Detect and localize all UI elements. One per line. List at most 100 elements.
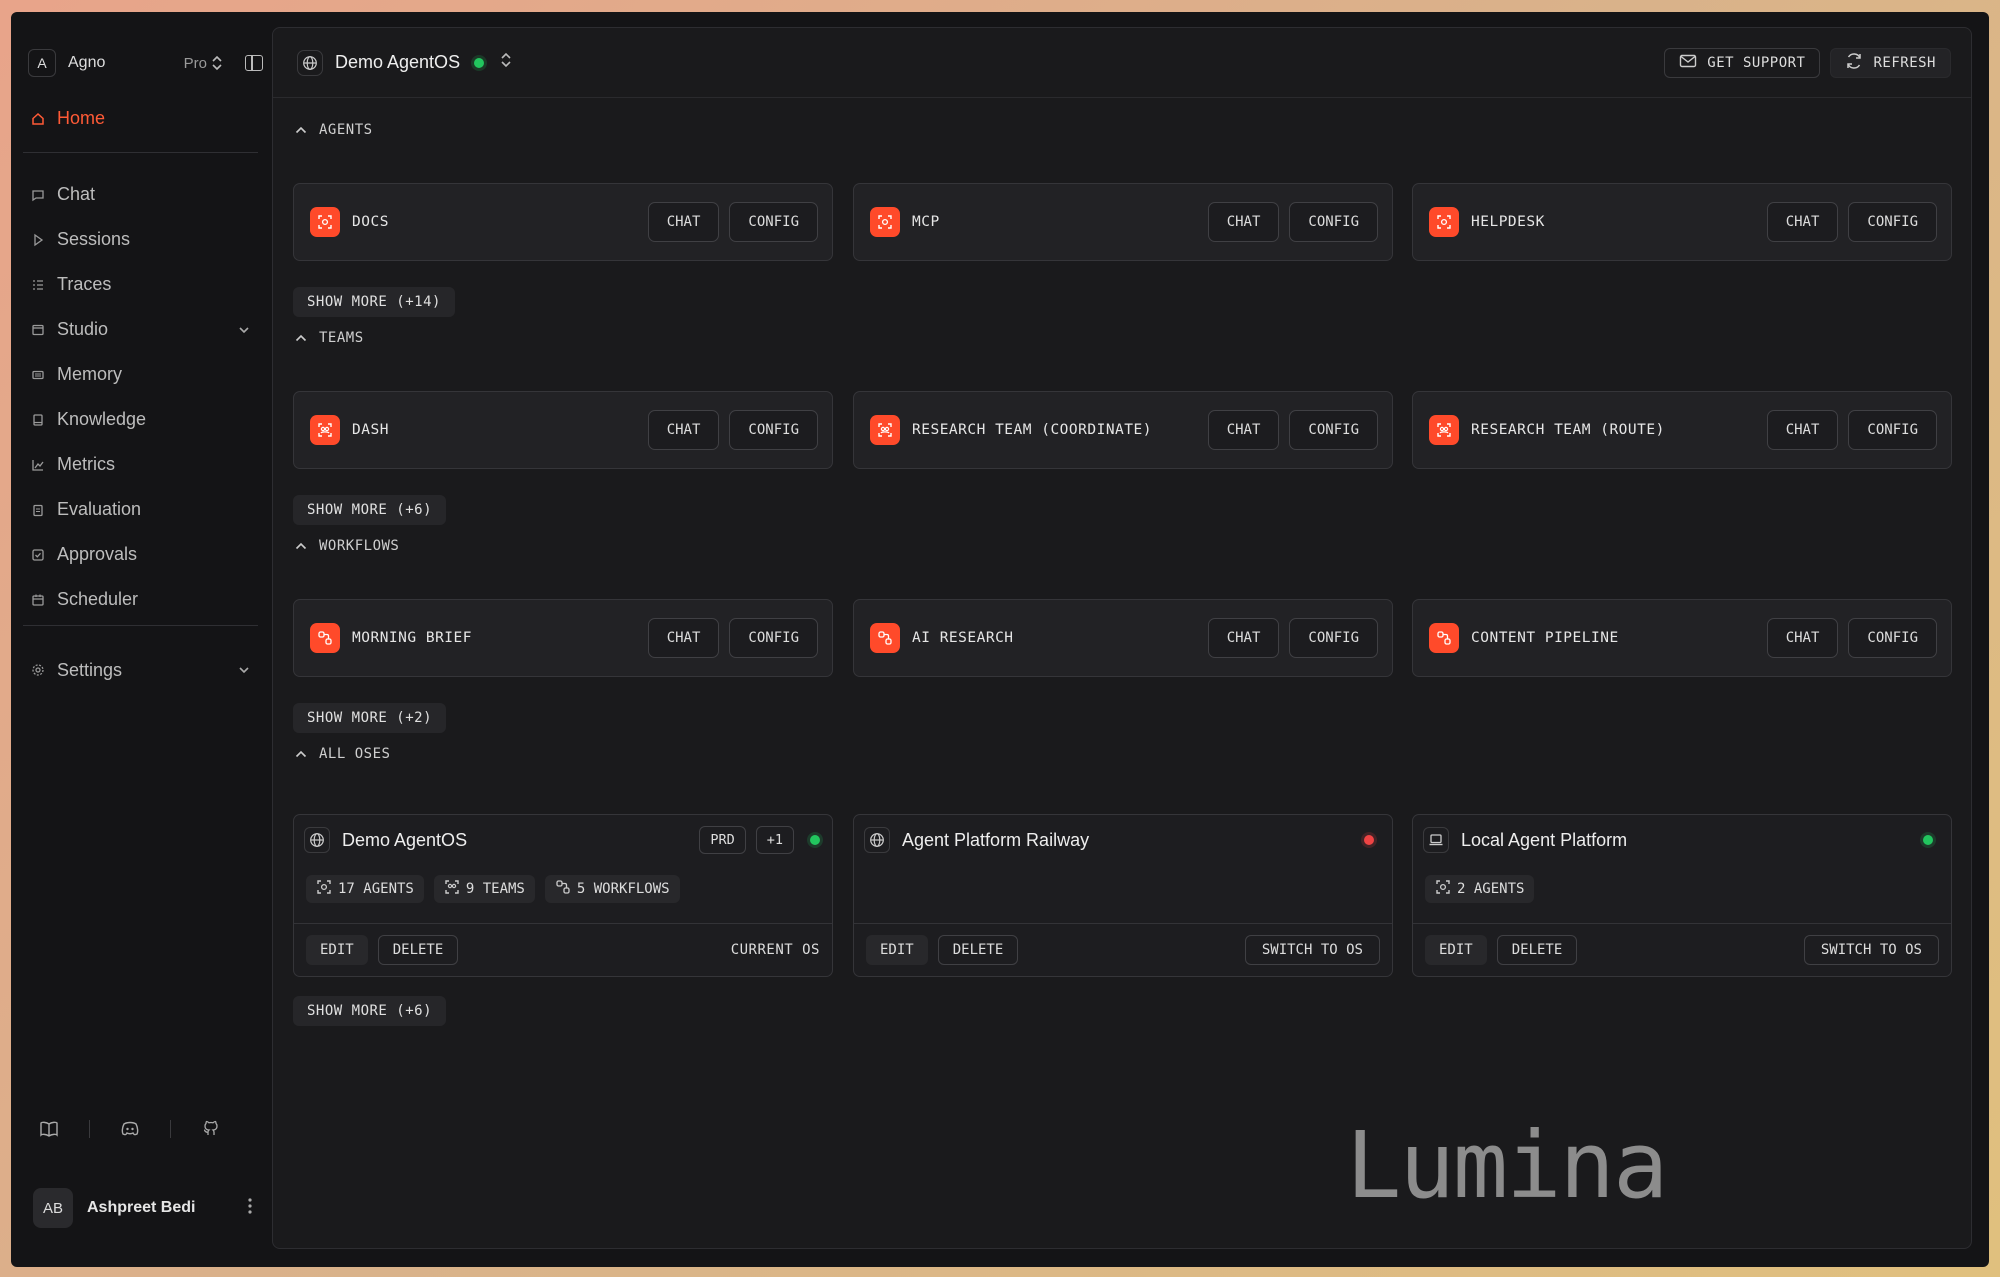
user-profile[interactable]: AB Ashpreet Bedi <box>33 1187 253 1229</box>
os-card-footer: EDIT DELETE SWITCH TO OS <box>854 923 1392 976</box>
workflow-card[interactable]: CONTENT PIPELINE CHAT CONFIG <box>1412 599 1952 677</box>
get-support-button[interactable]: GET SUPPORT <box>1664 47 1821 78</box>
docs-book-icon[interactable] <box>39 1120 59 1138</box>
main-panel: Demo AgentOS GET SUPPORT REFRESH AGENTS … <box>272 27 1972 1249</box>
show-more-workflows-button[interactable]: SHOW MORE (+2) <box>293 703 447 733</box>
config-button[interactable]: CONFIG <box>729 618 818 658</box>
gear-icon <box>31 663 45 677</box>
section-title: ALL OSES <box>319 746 391 762</box>
show-more-agents-button[interactable]: SHOW MORE (+14) <box>293 287 455 317</box>
sidebar-item-label: Metrics <box>57 454 115 474</box>
sidebar-item-knowledge[interactable]: Knowledge <box>31 397 251 442</box>
edit-button[interactable]: EDIT <box>866 935 928 965</box>
card-actions: CHAT CONFIG <box>1207 618 1378 658</box>
chevron-down-icon[interactable] <box>237 662 251 678</box>
config-button[interactable]: CONFIG <box>1289 202 1378 242</box>
status-dot <box>1364 835 1374 845</box>
chat-button[interactable]: CHAT <box>647 618 720 658</box>
os-selector[interactable]: Demo AgentOS <box>297 49 512 76</box>
calendar-icon <box>31 593 45 607</box>
chat-button[interactable]: CHAT <box>1766 202 1839 242</box>
chevron-up-icon <box>295 123 307 137</box>
env-tag: PRD <box>699 826 746 854</box>
sidebar-footer-links <box>39 1120 239 1138</box>
workflow-card[interactable]: MORNING BRIEF CHAT CONFIG <box>293 599 833 677</box>
window-icon <box>31 323 45 337</box>
team-card[interactable]: RESEARCH TEAM (COORDINATE) CHAT CONFIG <box>853 391 1393 469</box>
show-more-oses-button[interactable]: SHOW MORE (+6) <box>293 996 447 1026</box>
os-card: Agent Platform Railway EDIT DELETE SWITC… <box>853 814 1393 977</box>
switch-to-os-button[interactable]: SWITCH TO OS <box>1803 935 1939 965</box>
delete-button[interactable]: DELETE <box>937 935 1019 965</box>
edit-button[interactable]: EDIT <box>306 935 368 965</box>
delete-button[interactable]: DELETE <box>1496 935 1578 965</box>
sidebar-item-chat[interactable]: Chat <box>31 172 251 217</box>
refresh-button[interactable]: REFRESH <box>1830 47 1951 78</box>
sidebar-item-memory[interactable]: Memory <box>31 352 251 397</box>
avatar: AB <box>33 1188 73 1228</box>
sidebar-item-approvals[interactable]: Approvals <box>31 532 251 577</box>
os-card-header: Demo AgentOS PRD +1 <box>304 826 820 854</box>
card-actions: CHAT CONFIG <box>1766 410 1937 450</box>
workflow-card[interactable]: AI RESEARCH CHAT CONFIG <box>853 599 1393 677</box>
chat-button[interactable]: CHAT <box>1207 410 1280 450</box>
sidebar-item-label: Approvals <box>57 544 138 564</box>
section-toggle-workflows[interactable]: WORKFLOWS <box>295 538 399 554</box>
workflow-icon <box>310 623 340 653</box>
config-button[interactable]: CONFIG <box>1289 410 1378 450</box>
agent-card[interactable]: DOCS CHAT CONFIG <box>293 183 833 261</box>
sidebar-item-evaluation[interactable]: Evaluation <box>31 487 251 532</box>
switch-to-os-button[interactable]: SWITCH TO OS <box>1244 935 1380 965</box>
os-name: Local Agent Platform <box>1461 829 1628 850</box>
sidebar-item-settings[interactable]: Settings <box>31 648 251 692</box>
section-toggle-oses[interactable]: ALL OSES <box>295 746 390 762</box>
play-icon <box>31 233 45 247</box>
config-button[interactable]: CONFIG <box>729 410 818 450</box>
config-button[interactable]: CONFIG <box>1848 410 1937 450</box>
section-toggle-teams[interactable]: TEAMS <box>295 330 364 346</box>
workflows-count: 5 WORKFLOWS <box>544 875 680 903</box>
chevron-down-icon[interactable] <box>237 322 251 338</box>
more-tags-badge[interactable]: +1 <box>755 826 794 854</box>
sidebar-item-scheduler[interactable]: Scheduler <box>31 577 251 622</box>
sidebar-item-studio[interactable]: Studio <box>31 307 251 352</box>
chat-button[interactable]: CHAT <box>1207 618 1280 658</box>
section-toggle-agents[interactable]: AGENTS <box>295 122 373 138</box>
divider <box>89 1120 90 1138</box>
org-switcher[interactable]: A Agno Pro <box>28 47 263 79</box>
team-card[interactable]: RESEARCH TEAM (ROUTE) CHAT CONFIG <box>1412 391 1952 469</box>
sidebar-collapse-icon[interactable] <box>245 55 263 71</box>
divider <box>170 1120 171 1138</box>
chevron-up-down-icon[interactable] <box>500 51 512 74</box>
agent-card[interactable]: HELPDESK CHAT CONFIG <box>1412 183 1952 261</box>
edit-button[interactable]: EDIT <box>1425 935 1487 965</box>
card-actions: CHAT CONFIG <box>647 410 818 450</box>
config-button[interactable]: CONFIG <box>729 202 818 242</box>
config-button[interactable]: CONFIG <box>1848 618 1937 658</box>
chat-button[interactable]: CHAT <box>647 202 720 242</box>
config-button[interactable]: CONFIG <box>1848 202 1937 242</box>
chat-button[interactable]: CHAT <box>1766 618 1839 658</box>
os-tags <box>1923 835 1939 845</box>
more-vertical-icon[interactable] <box>247 1197 253 1220</box>
os-card-footer: EDIT DELETE SWITCH TO OS <box>1413 923 1951 976</box>
chevron-up-down-icon[interactable] <box>211 54 223 72</box>
user-name: Ashpreet Bedi <box>87 1199 196 1216</box>
sidebar-item-traces[interactable]: Traces <box>31 262 251 307</box>
github-icon[interactable] <box>201 1120 221 1138</box>
chat-button[interactable]: CHAT <box>1207 202 1280 242</box>
config-button[interactable]: CONFIG <box>1289 618 1378 658</box>
globe-icon <box>304 827 330 853</box>
team-card[interactable]: DASH CHAT CONFIG <box>293 391 833 469</box>
delete-button[interactable]: DELETE <box>377 935 459 965</box>
agent-card[interactable]: MCP CHAT CONFIG <box>853 183 1393 261</box>
sidebar-item-sessions[interactable]: Sessions <box>31 217 251 262</box>
show-more-teams-button[interactable]: SHOW MORE (+6) <box>293 495 447 525</box>
chat-button[interactable]: CHAT <box>647 410 720 450</box>
sidebar-item-home[interactable]: Home <box>31 108 105 129</box>
agent-icon <box>870 207 900 237</box>
sidebar-item-metrics[interactable]: Metrics <box>31 442 251 487</box>
discord-icon[interactable] <box>120 1120 140 1138</box>
chat-button[interactable]: CHAT <box>1766 410 1839 450</box>
workflow-name: CONTENT PIPELINE <box>1471 630 1619 646</box>
